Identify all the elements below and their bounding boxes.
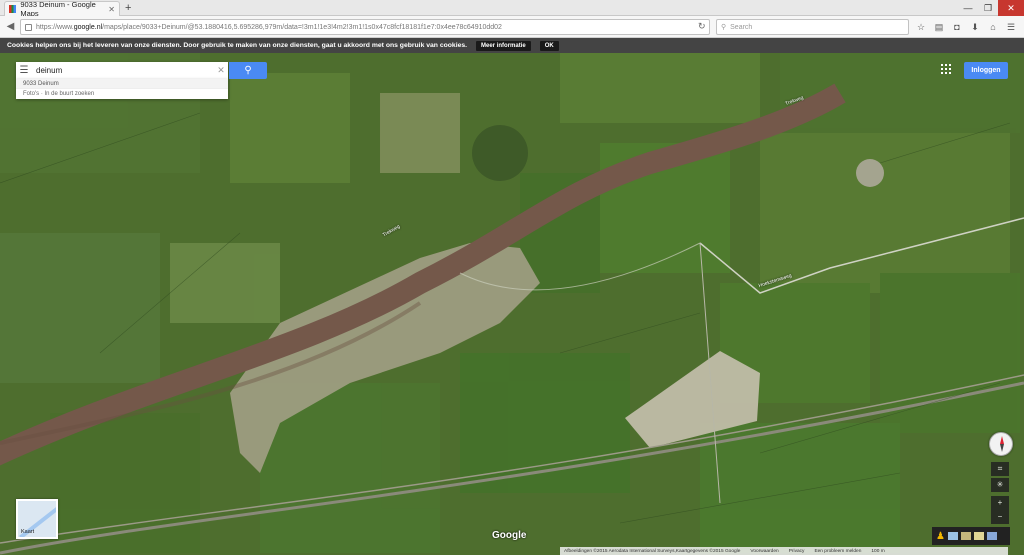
satellite-map[interactable]: Trekweg Trekweg Hoekstemaweg — [0, 53, 1024, 555]
maps-favicon-icon — [9, 5, 17, 13]
search-icon: ⚲ — [721, 24, 727, 31]
zoom-out-button[interactable]: − — [991, 510, 1009, 524]
map-type-toggle[interactable]: Kaart — [16, 499, 58, 539]
clear-search-icon[interactable]: ✕ — [214, 65, 228, 76]
map-type-label: Kaart — [21, 529, 35, 535]
menu-icon[interactable]: ☰ — [1002, 20, 1020, 34]
apps-grid-icon[interactable] — [941, 64, 951, 74]
tilt-icon[interactable]: ⌗ — [991, 462, 1009, 476]
close-tab-icon[interactable]: ✕ — [108, 5, 115, 14]
browser-toolbar: ◀ https://www. google.nl/maps/place/9033+… — [0, 16, 1024, 38]
url-host: google.nl — [73, 23, 103, 31]
maximize-icon[interactable]: ❐ — [978, 0, 998, 16]
reload-icon[interactable]: ↻ — [698, 21, 706, 32]
lock-icon — [25, 23, 32, 31]
terms-link[interactable]: Voorwaarden — [750, 549, 778, 554]
more-info-button[interactable]: Meer informatie — [476, 40, 531, 51]
browser-search-input[interactable]: ⚲ Search — [716, 19, 909, 35]
cookie-notice: Cookies helpen ons bij het leveren van o… — [0, 38, 1024, 53]
toolbar-icons: ☆ ▤ ◘ ⬇ ⌂ ☰ — [912, 20, 1020, 34]
pocket-icon[interactable]: ◘ — [948, 20, 966, 34]
imagery-thumbnail[interactable] — [986, 532, 997, 540]
search-placeholder: Search — [730, 23, 753, 31]
close-window-icon[interactable]: ✕ — [998, 0, 1024, 16]
reading-list-icon[interactable]: ▤ — [930, 20, 948, 34]
scale-label: 100 m — [871, 548, 885, 554]
url-path: /maps/place/9033+Deinum/@53.1880416,5.69… — [102, 23, 502, 31]
tab-bar: 9033 Deinum - Google Maps ✕ + — ❐ ✕ — [0, 0, 1024, 18]
address-bar[interactable]: https://www. google.nl/maps/place/9033+De… — [20, 19, 710, 35]
pegman-icon[interactable]: ♟ — [936, 531, 945, 542]
report-problem-link[interactable]: Een probleem melden — [814, 549, 861, 554]
north-needle — [1000, 436, 1004, 444]
login-button[interactable]: Inloggen — [964, 62, 1008, 79]
imagery-thumbnail[interactable] — [947, 532, 958, 540]
compass-icon[interactable] — [989, 432, 1013, 456]
search-icon: ⚲ — [244, 65, 252, 76]
download-icon[interactable]: ⬇ — [966, 20, 984, 34]
privacy-link[interactable]: Privacy — [789, 549, 805, 554]
minimize-icon[interactable]: — — [958, 0, 978, 16]
hamburger-menu-icon[interactable]: ☰ — [16, 65, 32, 76]
suggestion-item[interactable]: 9033 Deinum — [16, 79, 228, 89]
url-prefix: https://www. — [36, 23, 74, 31]
imagery-credit: Afbeeldingen ©2015 Aerodata Internationa… — [564, 548, 741, 554]
attribution-bar: Afbeeldingen ©2015 Aerodata Internationa… — [560, 547, 1008, 555]
rotate-icon[interactable]: ✳ — [991, 478, 1009, 492]
new-tab-button[interactable]: + — [125, 1, 131, 15]
maps-search-box[interactable]: ☰ deinum ✕ — [16, 62, 228, 79]
imagery-strip: ♟ — [932, 527, 1010, 545]
browser-tab[interactable]: 9033 Deinum - Google Maps ✕ — [4, 0, 120, 18]
back-icon[interactable]: ◀ — [4, 20, 17, 33]
cookie-ok-button[interactable]: OK — [539, 40, 559, 51]
google-logo: Google — [492, 530, 527, 541]
bookmark-star-icon[interactable]: ☆ — [912, 20, 930, 34]
home-icon[interactable]: ⌂ — [984, 20, 1002, 34]
window-controls: — ❐ ✕ — [958, 0, 1024, 16]
search-suggestions: 9033 Deinum Foto's · In de buurt zoeken — [16, 79, 228, 99]
map-imagery — [0, 53, 1024, 555]
imagery-thumbnail[interactable] — [960, 532, 971, 540]
imagery-thumbnail[interactable] — [973, 532, 984, 540]
maps-search-input[interactable]: deinum — [32, 66, 214, 75]
cookie-text: Cookies helpen ons bij het leveren van o… — [7, 42, 468, 49]
search-button[interactable]: ⚲ — [229, 62, 267, 79]
south-needle — [1000, 444, 1004, 452]
zoom-in-button[interactable]: + — [991, 496, 1009, 510]
suggestion-actions[interactable]: Foto's · In de buurt zoeken — [16, 89, 228, 99]
